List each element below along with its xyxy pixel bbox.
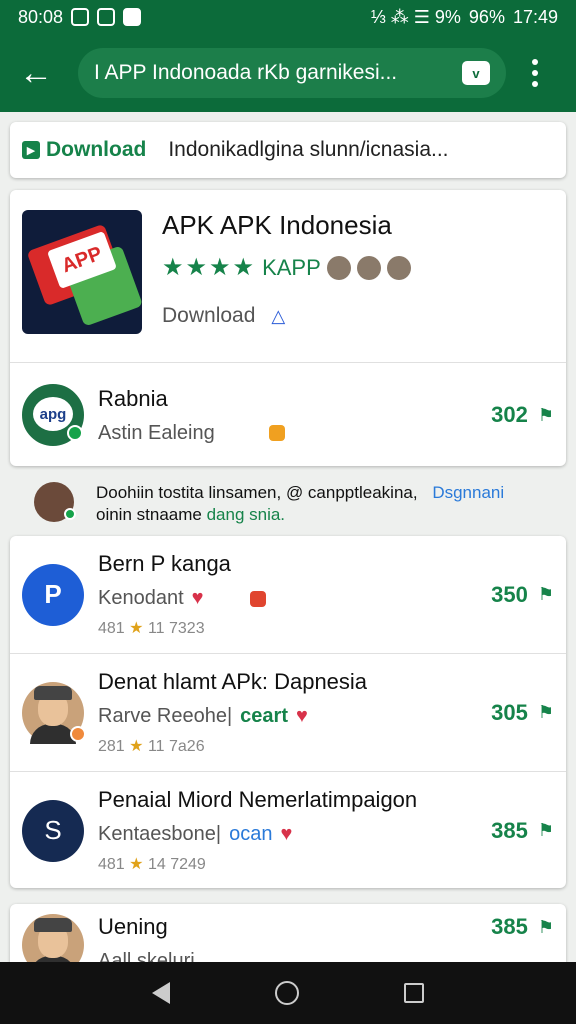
- nav-home-icon[interactable]: [274, 981, 299, 1005]
- featured-download-button[interactable]: Download: [162, 304, 255, 328]
- notification-icon-3: [123, 8, 142, 26]
- item-title: Denat hlamt APk: Dapnesia: [98, 669, 368, 694]
- item-meta-2: 14 7249: [147, 856, 206, 873]
- item-meta: 481: [98, 620, 125, 637]
- list-item[interactable]: Denat hlamt APk: Dapnesia Rarve Reeohe| …: [10, 654, 566, 771]
- flag-icon: ⚑: [537, 584, 554, 604]
- star-icon: ★: [129, 620, 144, 637]
- battery-level: 96%: [468, 6, 505, 27]
- featured-app-card: APP APK APK Indonesia ★★★★ KAPP Download…: [10, 190, 566, 466]
- item-title: Penaial Miord Nemerlatimpaigon: [98, 787, 418, 812]
- notification-icon-2: [97, 8, 116, 26]
- item-count: 305: [491, 699, 528, 725]
- item-count: 350: [491, 581, 528, 607]
- notice-tag[interactable]: Dsgnnani: [432, 483, 504, 502]
- item-tag: ceart: [240, 705, 288, 727]
- reviewer-avatar: [326, 255, 351, 280]
- reviewer-avatar-3: [386, 255, 411, 280]
- search-text: I APP Indonoada rKb garnikesi...: [94, 61, 398, 84]
- download-banner[interactable]: ▶ Download Indonikadlgina slunn/icnasia.…: [10, 122, 566, 178]
- star-icon: ★: [129, 738, 144, 755]
- overflow-menu-icon[interactable]: [520, 51, 550, 95]
- flag-icon: ⚑: [537, 916, 554, 937]
- item-meta: 281: [98, 738, 125, 755]
- avatar: S: [22, 799, 84, 862]
- status-icons: ⅓ ⁂ ☰ 9%: [370, 6, 461, 27]
- star-rating-icon: ★★★★: [162, 254, 257, 281]
- star-icon: ★: [129, 856, 144, 873]
- notification-icon: [71, 8, 90, 26]
- drive-icon[interactable]: △: [271, 306, 285, 327]
- download-tag-label: Download: [46, 138, 147, 161]
- app-bar: ← I APP Indonoada rKb garnikesi... v: [0, 34, 576, 112]
- item-meta-2: 11 7a26: [147, 738, 205, 755]
- item-title: Rabnia: [98, 385, 168, 411]
- item-subtitle: Rarve Reeohe|: [98, 705, 233, 727]
- download-count-button[interactable]: 350 ⚑: [491, 582, 554, 608]
- item-count: 385: [491, 914, 528, 939]
- list-item[interactable]: apg Rabnia Astin Ealeing 302 ⚑: [10, 363, 566, 467]
- reviewer-avatar-2: [356, 255, 381, 280]
- item-subtitle: Kenodant: [98, 587, 184, 609]
- flag-icon: ⚑: [537, 404, 554, 425]
- flag-icon: ⚑: [537, 820, 554, 840]
- avatar: P: [22, 563, 84, 626]
- download-icon: ▶: [22, 141, 40, 159]
- download-count-button[interactable]: 305 ⚑: [491, 700, 554, 726]
- notice-green-text: dang snia.: [206, 505, 286, 524]
- notice-line2: oinin stnaame: [96, 505, 202, 524]
- list-item[interactable]: P Bern P kanga Kenodant ♥ 481 ★ 11 7323 …: [10, 536, 566, 653]
- verified-badge-icon: [67, 425, 83, 441]
- heart-icon: ♥: [191, 587, 204, 609]
- download-count-button[interactable]: 385 ⚑: [491, 818, 554, 844]
- item-title: Uening: [98, 914, 168, 939]
- item-count: 385: [491, 817, 528, 843]
- status-bar: 80:08 ⅓ ⁂ ☰ 9% 96% 17:49: [0, 0, 576, 34]
- rating-label: KAPP: [262, 254, 321, 280]
- featured-app-title[interactable]: APK APK Indonesia: [162, 210, 411, 241]
- status-badge-icon: [70, 725, 86, 742]
- item-subtitle: Astin Ealeing: [98, 421, 215, 444]
- camera-icon[interactable]: v: [462, 61, 490, 85]
- item-meta-2: 11 7323: [147, 620, 205, 637]
- badge-icon: [249, 590, 266, 607]
- notice-row: Doohiin tostita linsamen, @ canpptleakin…: [10, 476, 566, 532]
- avatar: [34, 482, 76, 522]
- flag-icon: ⚑: [537, 702, 554, 722]
- avatar: [22, 681, 86, 744]
- download-banner-text: Indonikadlgina slunn/icnasia...: [168, 138, 449, 161]
- status-time-left: 80:08: [18, 6, 64, 27]
- heart-icon: ♥: [295, 705, 308, 727]
- heart-icon: ♥: [280, 823, 293, 845]
- app-list: P Bern P kanga Kenodant ♥ 481 ★ 11 7323 …: [10, 536, 566, 888]
- nav-back-icon[interactable]: [152, 982, 171, 1004]
- download-count-button[interactable]: 302 ⚑: [491, 402, 554, 428]
- notice-line1: Doohiin tostita linsamen,: [96, 483, 282, 502]
- system-nav-bar: [0, 962, 576, 1024]
- item-subtitle: Kentaesbone|: [98, 823, 222, 845]
- status-time-right: 17:49: [512, 6, 558, 27]
- item-title: Bern P kanga: [98, 551, 231, 576]
- item-count: 302: [491, 402, 528, 427]
- search-field[interactable]: I APP Indonoada rKb garnikesi... v: [78, 48, 506, 98]
- app-logo[interactable]: APP: [22, 210, 142, 334]
- notice-link[interactable]: @ canpptleakina,: [286, 483, 418, 502]
- download-count-button[interactable]: 385 ⚑: [491, 914, 554, 940]
- list-item[interactable]: S Penaial Miord Nemerlatimpaigon Kentaes…: [10, 772, 566, 889]
- download-tag: ▶ Download: [22, 138, 146, 162]
- avatar: apg: [22, 384, 84, 446]
- badge-icon: [268, 425, 285, 441]
- featured-rating: ★★★★ KAPP: [162, 253, 411, 282]
- item-tag: ocan: [229, 823, 273, 845]
- item-meta: 481: [98, 856, 125, 873]
- verified-badge-icon: [64, 508, 76, 520]
- back-arrow-icon[interactable]: ←: [14, 51, 58, 95]
- nav-recents-icon[interactable]: [403, 983, 424, 1003]
